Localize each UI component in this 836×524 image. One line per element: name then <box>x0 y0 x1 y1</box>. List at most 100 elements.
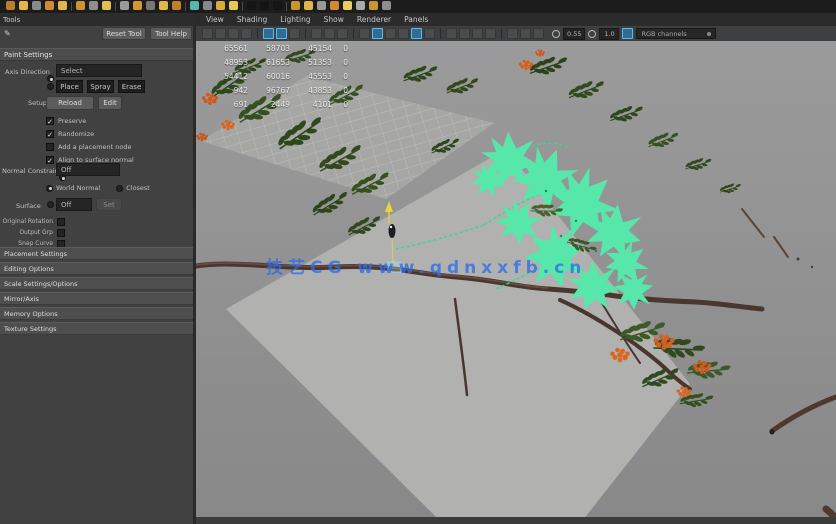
menu-renderer[interactable]: Renderer <box>357 15 391 24</box>
section-mirror-axis[interactable]: Mirror/Axis <box>0 292 193 305</box>
panel-section-header[interactable]: Paint Settings <box>0 48 193 61</box>
toolbar-icon[interactable] <box>459 28 470 39</box>
radio-option[interactable]: Closest <box>116 184 150 192</box>
normal-constraint-field[interactable]: Off <box>56 163 120 176</box>
menu-show[interactable]: Show <box>324 15 344 24</box>
toolbar-icon[interactable] <box>241 28 252 39</box>
section-memory-options[interactable]: Memory Options <box>0 307 193 320</box>
toolbar-icon[interactable] <box>424 28 435 39</box>
tool-help-button[interactable]: Tool Help <box>150 27 192 40</box>
radio-button[interactable] <box>46 184 53 192</box>
shelf-icon[interactable] <box>146 1 155 10</box>
shelf-icon[interactable] <box>273 1 282 10</box>
exposure-icon[interactable] <box>552 29 560 38</box>
surface-field[interactable]: Off <box>56 198 92 211</box>
toolbar-icon[interactable] <box>263 28 274 39</box>
toolbar-icon[interactable] <box>372 28 383 39</box>
surface-radio[interactable] <box>47 201 54 208</box>
shelf-icon[interactable] <box>247 1 256 10</box>
section-texture-settings[interactable]: Texture Settings <box>0 322 193 335</box>
shelf-icon[interactable] <box>133 1 142 10</box>
channel-toggle-icon[interactable] <box>622 28 634 39</box>
toolbar-icon[interactable] <box>289 28 300 39</box>
gamma-field[interactable]: 1.0 <box>599 27 620 40</box>
viewport-canvas[interactable]: 技艺CG www.qdnxxfb.cn 65561 58703 45154 0 4895… <box>196 41 836 524</box>
toolbar-icon[interactable] <box>385 28 396 39</box>
checkbox[interactable]: ✓ <box>46 116 54 126</box>
toolbar-icon[interactable] <box>520 28 531 39</box>
toolbar-icon[interactable] <box>533 28 544 39</box>
direction-radio[interactable] <box>47 75 54 82</box>
shelf-icon[interactable] <box>356 1 365 10</box>
checkbox-row[interactable]: Original Rotation <box>3 216 65 227</box>
surface-set-button[interactable]: Set <box>96 198 122 211</box>
toolbar-icon[interactable] <box>228 28 239 39</box>
toolbar-icon[interactable] <box>276 28 287 39</box>
toolbar-icon[interactable] <box>411 28 422 39</box>
shelf-icon[interactable] <box>102 1 111 10</box>
menu-shading[interactable]: Shading <box>237 15 267 24</box>
section-editing-options[interactable]: Editing Options <box>0 262 193 275</box>
shelf-icon[interactable] <box>229 1 238 10</box>
shelf-icon[interactable] <box>382 1 391 10</box>
checkbox[interactable] <box>57 217 65 226</box>
toolbar-icon[interactable] <box>472 28 483 39</box>
shelf-icon[interactable] <box>203 1 212 10</box>
section-placement-settings[interactable]: Placement Settings <box>0 247 193 260</box>
shelf-icon[interactable] <box>190 1 199 10</box>
shelf-icon[interactable] <box>304 1 313 10</box>
checkbox-row[interactable]: Add a placement node <box>46 140 134 153</box>
toolbar-icon[interactable] <box>202 28 213 39</box>
checkbox[interactable]: ✓ <box>46 129 54 139</box>
checkbox[interactable] <box>46 142 54 151</box>
mode-spray-button[interactable]: Spray <box>87 80 114 93</box>
shelf-icon[interactable] <box>120 1 129 10</box>
asset-twigs[interactable] <box>741 208 814 269</box>
toolbar-icon[interactable] <box>359 28 370 39</box>
toolbar-icon[interactable] <box>507 28 518 39</box>
radio-button[interactable] <box>116 184 124 192</box>
reset-tool-button[interactable]: Reset Tool <box>102 27 146 40</box>
shelf-icon[interactable] <box>159 1 168 10</box>
shelf-icon[interactable] <box>76 1 85 10</box>
checkbox[interactable] <box>57 228 65 237</box>
toolbar-icon[interactable] <box>398 28 409 39</box>
checkbox[interactable]: ✓ <box>46 155 54 165</box>
shelf-icon[interactable] <box>343 1 352 10</box>
toolbar-icon[interactable] <box>215 28 226 39</box>
shelf-icon[interactable] <box>172 1 181 10</box>
shelf-icon[interactable] <box>330 1 339 10</box>
shelf-icon[interactable] <box>291 1 300 10</box>
shelf-icon[interactable] <box>317 1 326 10</box>
checkbox-row[interactable]: Output Grp <box>3 227 65 238</box>
menu-panels[interactable]: Panels <box>404 15 428 24</box>
checkbox-row[interactable]: ✓ Preserve <box>46 114 134 127</box>
exposure-field[interactable]: 0.55 <box>563 27 586 40</box>
checkbox-row[interactable]: ✓ Randomize <box>46 127 134 140</box>
shelf-icon[interactable] <box>45 1 54 10</box>
section-scale-settings-options[interactable]: Scale Settings/Options <box>0 277 193 290</box>
gamma-icon[interactable] <box>588 29 597 38</box>
shelf-icon[interactable] <box>216 1 225 10</box>
toolbar-icon[interactable] <box>324 28 335 39</box>
display-mode-dropdown[interactable]: RGB channels <box>636 28 717 39</box>
reload-button[interactable]: Reload <box>46 96 94 110</box>
shelf-icon[interactable] <box>58 1 67 10</box>
mode-place-button[interactable]: Place <box>56 80 83 93</box>
shelf-icon[interactable] <box>6 1 15 10</box>
shelf-icon[interactable] <box>260 1 269 10</box>
shelf-icon[interactable] <box>19 1 28 10</box>
shelf-icon[interactable] <box>32 1 41 10</box>
radio-option[interactable]: World Normal <box>46 184 100 192</box>
mode-radio[interactable] <box>47 83 54 90</box>
toolbar-icon[interactable] <box>446 28 457 39</box>
direction-field[interactable]: Select <box>56 64 142 77</box>
mode-erase-button[interactable]: Erase <box>118 80 145 93</box>
edit-button[interactable]: Edit <box>98 96 122 110</box>
toolbar-icon[interactable] <box>311 28 322 39</box>
menu-lighting[interactable]: Lighting <box>280 15 310 24</box>
shelf-icon[interactable] <box>369 1 378 10</box>
toolbar-icon[interactable] <box>485 28 496 39</box>
menu-view[interactable]: View <box>206 15 224 24</box>
shelf-icon[interactable] <box>89 1 98 10</box>
